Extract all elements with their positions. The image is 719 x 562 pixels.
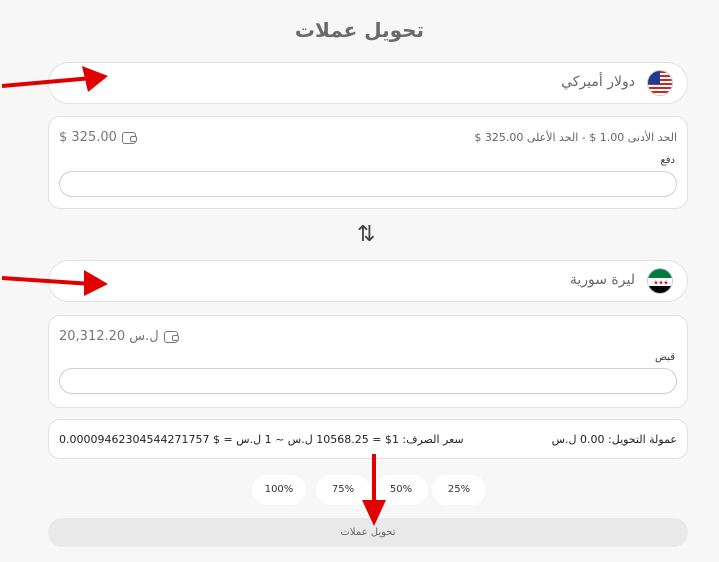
conversion-fee: عمولة التحويل: 0.00 ل.س [551, 433, 677, 446]
to-balance-text: ل.س 20,312.20 [59, 329, 159, 344]
pay-label: دفع [660, 155, 675, 166]
amount-limits: الحد الأدنى 1.00 $ - الحد الأعلى 325.00 … [474, 131, 677, 144]
to-currency-selector[interactable]: ★ ★ ★ ليرة سورية [48, 260, 688, 302]
wallet-icon [121, 131, 137, 144]
from-currency-selector[interactable]: دولار أميركي [48, 62, 688, 104]
pay-amount-box: $ 325.00 الحد الأدنى 1.00 $ - الحد الأعل… [48, 116, 688, 209]
annotation-arrow-icon [1, 66, 108, 92]
svg-text:★: ★ [663, 280, 668, 287]
receive-amount-box: ل.س 20,312.20 قبض [48, 315, 688, 408]
from-balance-text: $ 325.00 [59, 130, 117, 145]
percent-100-button[interactable]: 100% [252, 475, 306, 505]
percent-25-button[interactable]: 25% [432, 475, 486, 505]
page-title: تحويل عملات [294, 18, 425, 42]
annotation-arrow-icon [1, 270, 108, 296]
swap-icon[interactable]: ⇅ [357, 222, 375, 247]
pay-amount-input[interactable] [59, 171, 677, 197]
us-flag-icon [647, 70, 673, 96]
annotation-arrow-icon [362, 454, 386, 526]
exchange-rate: سعر الصرف: 1$ = 10568.25 ل.س ~ 1 ل.س = $… [59, 433, 464, 446]
wallet-icon [163, 330, 179, 343]
receive-amount-input[interactable] [59, 368, 677, 394]
to-currency-label: ليرة سورية [569, 272, 635, 288]
to-balance: ل.س 20,312.20 [59, 329, 179, 344]
from-currency-label: دولار أميركي [561, 74, 635, 90]
receive-label: قبض [654, 352, 675, 363]
from-balance: $ 325.00 [59, 130, 137, 145]
syria-flag-icon: ★ ★ ★ [647, 268, 673, 294]
